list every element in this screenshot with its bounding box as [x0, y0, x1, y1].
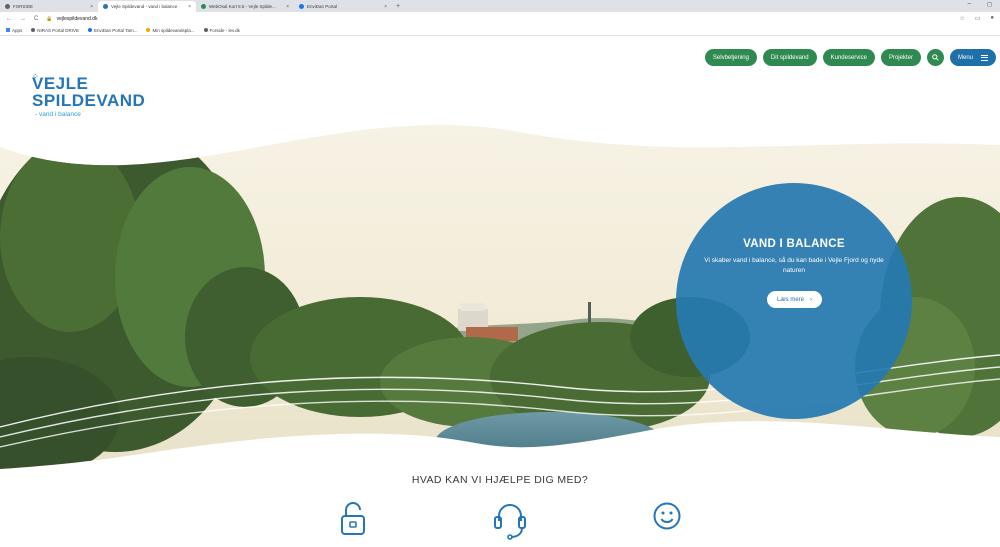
map-favicon-icon: [201, 4, 206, 9]
lock-icon: 🔒: [46, 15, 53, 22]
search-button[interactable]: [926, 49, 944, 66]
help-section-title: HVAD KAN VI HJÆLPE DIG MED?: [411, 474, 589, 486]
read-more-button[interactable]: Læs mere ›: [767, 291, 822, 308]
address-bar[interactable]: 🔒 vejlespildevand.dk: [46, 16, 951, 22]
search-icon: [932, 54, 939, 61]
close-icon[interactable]: ×: [90, 4, 93, 10]
hero-text: Vi skaber vand i balance, så du kan bade…: [704, 257, 884, 274]
tab-title: WebOsal Kort 8.5 - Vejle Spilde...: [209, 4, 276, 9]
hero-title: VAND I BALANCE: [743, 238, 845, 250]
headset-icon[interactable]: [493, 501, 527, 541]
bookmark-label: Min spildevandspla...: [152, 27, 195, 33]
logo-tagline: - vand i balance: [35, 111, 81, 118]
bookmark-label: EnviDan Portal Tam...: [94, 27, 138, 33]
forward-icon[interactable]: →: [20, 16, 26, 22]
hamburger-icon: [981, 54, 988, 61]
bookmark-favicon-icon: [203, 28, 208, 32]
nav-dit-spildevand-button[interactable]: Dit spildevand: [762, 49, 817, 66]
apps-grid-icon: [6, 28, 10, 32]
read-more-label: Læs mere: [776, 296, 804, 303]
restore-icon[interactable]: ◻: [987, 1, 992, 8]
drops-icon: ⁘: [32, 72, 39, 81]
new-tab-button[interactable]: +: [392, 1, 404, 12]
bookmark-spildevandsplan[interactable]: Min spildevandspla...: [146, 27, 195, 33]
browser-tab-vejle[interactable]: Vejle Spildevand - vand i balance ×: [98, 1, 196, 12]
browser-toolbar: ← → C 🔒 vejlespildevand.dk ☆ ▭ ●: [0, 12, 1000, 25]
bookmark-label: Apps: [12, 27, 23, 33]
envidan-favicon-icon: [299, 4, 304, 9]
browser-tab-weboasal[interactable]: WebOsal Kort 8.5 - Vejle Spilde... ×: [196, 1, 294, 12]
menu-label: Menu: [957, 54, 973, 61]
bookmark-favicon-icon: [31, 28, 36, 32]
logo-line2: SPILDEVAND: [32, 91, 146, 110]
browser-tabstrip: FORSIDE × Vejle Spildevand - vand i bala…: [0, 0, 1000, 12]
back-icon[interactable]: ←: [6, 16, 12, 22]
bookmark-favicon-icon: [146, 28, 151, 32]
top-navigation: Selvbetjening Dit spildevand Kundeservic…: [704, 49, 996, 66]
browser-tab-envidan[interactable]: EnviDan Portal ×: [294, 1, 392, 12]
bookmark-lev[interactable]: Forside - lev.dk: [203, 27, 240, 33]
tab-title: FORSIDE: [13, 4, 34, 9]
browser-tab-forside[interactable]: FORSIDE ×: [0, 1, 98, 12]
help-icons-row: [0, 501, 1000, 547]
chevron-right-icon: ›: [810, 296, 812, 303]
minimize-icon[interactable]: –: [968, 1, 971, 8]
web-page: ⁘ VEJLE SPILDEVAND - vand i balance Selv…: [0, 37, 1000, 547]
nav-selvbetjening-button[interactable]: Selvbetjening: [704, 49, 757, 66]
window-controls: – ◻: [968, 1, 992, 8]
star-icon[interactable]: ☆: [959, 15, 964, 22]
bookmarks-bar: Apps NIRAS Portal DRIVE EnviDan Portal T…: [0, 25, 1000, 36]
vejle-favicon-icon: [103, 4, 108, 9]
tab-title: EnviDan Portal: [307, 4, 338, 9]
bookmark-favicon-icon: [88, 28, 93, 32]
bookmark-niras[interactable]: NIRAS Portal DRIVE: [31, 28, 79, 33]
url-text: vejlespildevand.dk: [56, 15, 98, 22]
extensions-icon[interactable]: ▭: [975, 15, 981, 22]
tab-title: Vejle Spildevand - vand i balance: [111, 4, 178, 9]
vejle-spildevand-logo[interactable]: ⁘ VEJLE SPILDEVAND - vand i balance: [32, 72, 146, 118]
profile-icon[interactable]: ●: [990, 15, 994, 22]
bookmark-label: NIRAS Portal DRIVE: [37, 27, 80, 33]
reload-icon[interactable]: C: [34, 16, 38, 22]
nav-projekter-button[interactable]: Projekter: [880, 49, 921, 66]
unlock-icon[interactable]: [338, 501, 368, 537]
hero-balance-circle: VAND I BALANCE Vi skaber vand i balance,…: [676, 183, 912, 419]
globe-icon: [5, 4, 10, 9]
bookmark-label: Forside - lev.dk: [209, 27, 240, 33]
bookmark-envidan[interactable]: EnviDan Portal Tam...: [88, 28, 137, 33]
close-icon[interactable]: ×: [188, 4, 191, 10]
logo-line1: VEJLE: [32, 74, 89, 93]
smiley-icon[interactable]: [652, 501, 682, 531]
menu-button[interactable]: Menu: [949, 49, 996, 66]
close-icon[interactable]: ×: [384, 4, 387, 10]
nav-kundeservice-button[interactable]: Kundeservice: [822, 49, 875, 66]
close-icon[interactable]: ×: [286, 4, 289, 10]
bookmark-apps[interactable]: Apps: [6, 28, 22, 33]
toolbar-actions: ☆ ▭ ●: [959, 15, 994, 22]
